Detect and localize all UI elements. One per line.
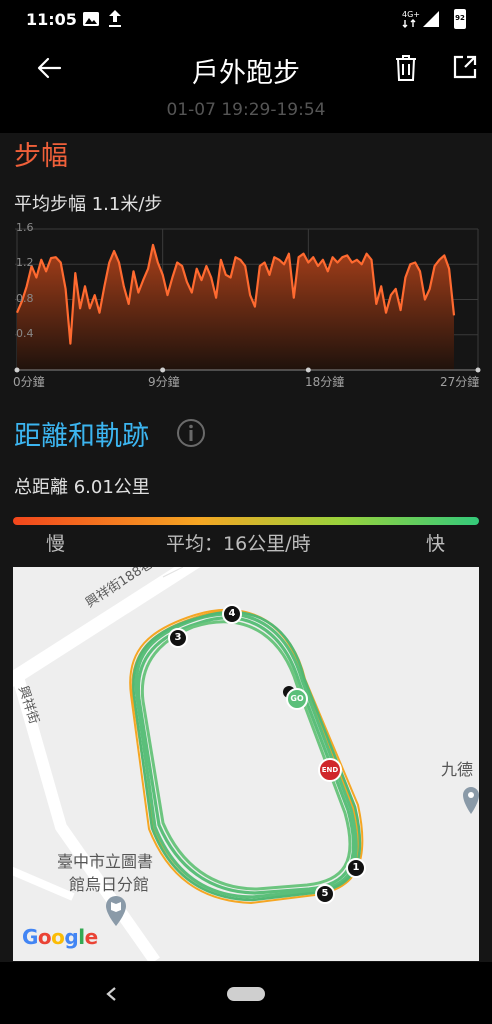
date-range: 01-07 19:29-19:54: [166, 100, 326, 120]
go-marker[interactable]: GO: [286, 688, 308, 710]
map-pin-icon[interactable]: [463, 785, 479, 815]
info-icon[interactable]: [176, 418, 206, 448]
speed-fast-label: 快: [426, 533, 446, 555]
stride-section-title: 步幅: [14, 141, 68, 172]
status-time: 11:05: [26, 10, 77, 29]
lap-marker-1[interactable]: 1: [346, 858, 366, 878]
y-tick-label: 1.6: [16, 221, 34, 234]
lap-marker-4[interactable]: 4: [222, 604, 242, 624]
x-tick-dot: [475, 367, 481, 373]
route-map[interactable]: 4 3 GO END 1 5 興祥街188巷 興祥街 臺中市立圖書 館烏日分館 …: [13, 567, 479, 961]
poi-label-line1: 臺中市立圖書: [57, 852, 154, 871]
poi-label-line2: 館烏日分館: [69, 875, 150, 894]
x-tick-label: 9分鐘: [148, 375, 180, 389]
library-pin-icon[interactable]: [104, 895, 128, 927]
delete-icon[interactable]: [394, 54, 418, 82]
signal-icon: [423, 11, 439, 27]
share-icon[interactable]: [452, 54, 478, 80]
y-tick-label: 0.8: [16, 291, 34, 305]
x-tick-dot: [160, 367, 166, 373]
x-tick-dot: [14, 367, 20, 373]
page-title: 戶外跑步: [192, 58, 300, 89]
home-pill-icon[interactable]: [227, 987, 265, 1001]
total-distance-label: 总距離 6.01公里: [14, 477, 150, 498]
average-stride-label: 平均步幅 1.1米/步: [14, 194, 163, 215]
gallery-icon: [83, 12, 99, 26]
back-triangle-icon[interactable]: [104, 986, 118, 1002]
speed-slow-label: 慢: [46, 533, 66, 555]
status-bar: 11:05 4G+ 92: [0, 0, 492, 38]
navigation-bar: [0, 962, 492, 1024]
x-tick-dot: [305, 367, 311, 373]
network-icon: 4G+: [402, 10, 420, 28]
speed-average-label: 平均：16公里/時: [166, 533, 311, 555]
svg-text:4G+: 4G+: [402, 10, 420, 19]
battery-level: 92: [455, 14, 465, 22]
lap-marker-5[interactable]: 5: [315, 884, 335, 904]
x-tick-label: 27分鐘: [440, 375, 480, 389]
poi-edge-label: 九德: [441, 760, 474, 779]
y-tick-label: 1.2: [16, 256, 34, 270]
end-marker[interactable]: END: [318, 758, 342, 782]
battery-icon: 92: [454, 9, 466, 29]
header: 戶外跑步 01-07 19:29-19:54: [0, 38, 492, 133]
x-tick-label: 18分鐘: [305, 375, 345, 389]
distance-section-title: 距離和軌跡: [14, 421, 149, 452]
upload-icon: [109, 10, 121, 27]
x-tick-label: 0分鐘: [13, 375, 45, 389]
stride-chart: [14, 228, 481, 373]
google-logo: Google: [22, 925, 98, 949]
speed-gradient-bar: [13, 517, 479, 525]
lap-marker-3[interactable]: 3: [168, 628, 188, 648]
y-tick-label: 0.4: [16, 326, 34, 340]
